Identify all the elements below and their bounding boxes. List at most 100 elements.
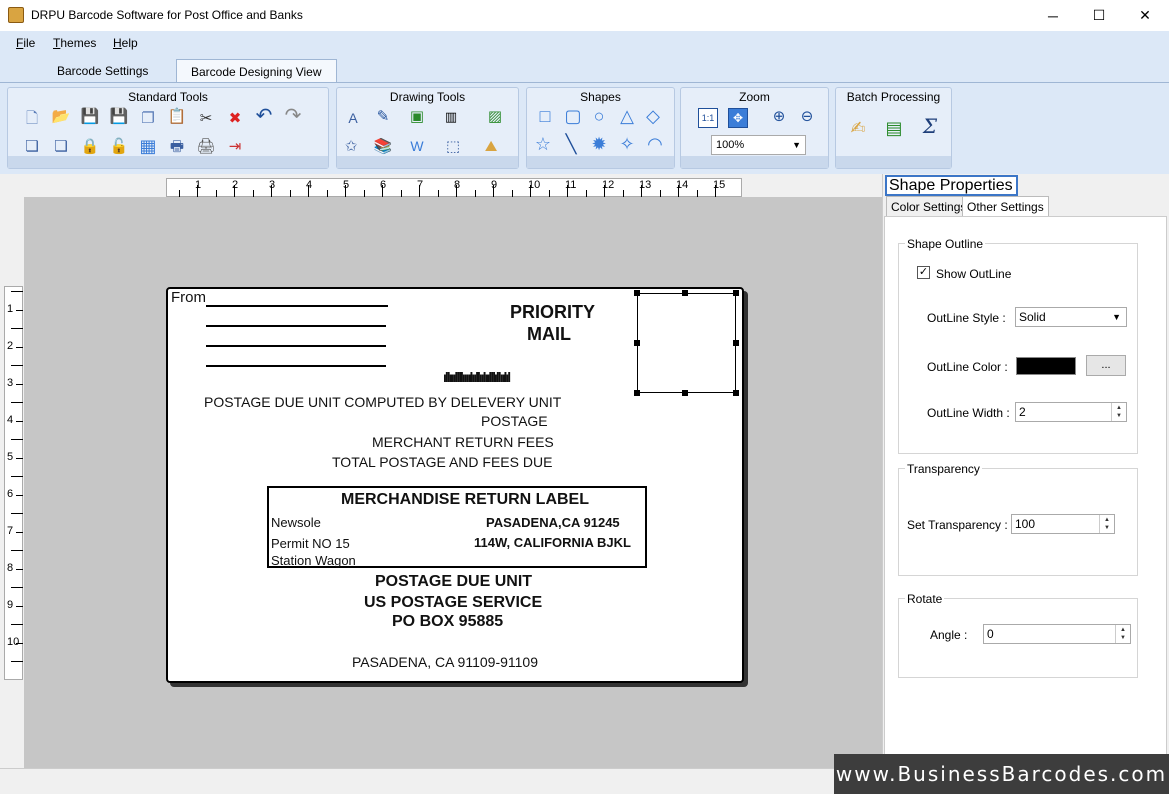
line-icon[interactable]: ╲ — [561, 134, 581, 154]
tab-barcode-designing-view[interactable]: Barcode Designing View — [176, 59, 337, 83]
save-as-icon[interactable]: 💾 — [109, 106, 129, 126]
outline-style-value: Solid — [1019, 310, 1046, 324]
barcode-tool-icon[interactable]: ▥ — [441, 106, 461, 126]
ruler-number: 14 — [676, 179, 689, 191]
newsole-text[interactable]: Newsole — [271, 515, 321, 530]
picture-tool-icon[interactable]: ▨ — [485, 106, 505, 126]
star-shape-tool-icon[interactable]: ✩ — [341, 136, 361, 156]
image-dropdown-icon[interactable]: ⛰ — [481, 136, 501, 156]
total-postage-text[interactable]: TOTAL POSTAGE AND FEES DUE — [332, 454, 552, 470]
text-tool-icon[interactable]: A — [343, 108, 363, 128]
print-preview-icon[interactable]: 🖶 — [167, 136, 187, 156]
outline-color-swatch[interactable] — [1016, 357, 1076, 375]
minimize-button[interactable]: ─ — [1030, 0, 1076, 31]
gear-shape-icon[interactable]: ✹ — [589, 134, 609, 154]
address-text[interactable]: 114W, CALIFORNIA BJKL — [474, 535, 631, 550]
from-line-3[interactable] — [206, 345, 386, 347]
po-box-text[interactable]: PO BOX 95885 — [392, 613, 503, 631]
zoom-actual-size-button[interactable]: 1:1 — [698, 108, 718, 128]
diamond-icon[interactable]: ◇ — [643, 106, 663, 126]
spin-arrows-icon[interactable]: ▲ ▼ — [1099, 515, 1114, 533]
priority-text[interactable]: PRIORITY — [510, 302, 595, 323]
resize-handle[interactable] — [634, 340, 640, 346]
menu-file[interactable]: File — [16, 36, 35, 50]
resize-handle[interactable] — [733, 340, 739, 346]
shape-select-icon[interactable]: ⬚ — [443, 136, 463, 156]
grid-icon[interactable]: ▦ — [138, 136, 158, 156]
image-tool-icon[interactable]: ▣ — [407, 106, 427, 126]
four-point-star-icon[interactable]: ✧ — [617, 134, 637, 154]
transparency-stepper[interactable]: 100 ▲ ▼ — [1011, 514, 1115, 534]
angle-stepper[interactable]: 0 ▲ ▼ — [983, 624, 1131, 644]
arc-icon[interactable]: ◠ — [645, 134, 665, 154]
show-outline-checkbox[interactable]: ✓ — [917, 266, 930, 279]
permit-text[interactable]: Permit NO 15 — [271, 536, 350, 551]
zoom-fit-icon[interactable]: ✥ — [728, 108, 748, 128]
station-text[interactable]: Station Wagon — [271, 553, 356, 568]
bring-front-icon[interactable]: ❏ — [22, 136, 42, 156]
copy-icon[interactable]: ❐ — [138, 108, 158, 128]
outline-style-select[interactable]: Solid ▼ — [1015, 307, 1127, 327]
tab-color-settings[interactable]: Color Settings — [886, 196, 972, 216]
zoom-out-icon[interactable]: ⊖ — [797, 106, 817, 126]
resize-handle[interactable] — [733, 390, 739, 396]
resize-handle[interactable] — [682, 290, 688, 296]
merchant-fees-text[interactable]: MERCHANT RETURN FEES — [372, 434, 554, 450]
postage-due-unit-text[interactable]: POSTAGE DUE UNIT — [375, 573, 532, 591]
resize-handle[interactable] — [682, 390, 688, 396]
close-button[interactable]: ✕ — [1122, 0, 1168, 31]
star-icon[interactable]: ☆ — [533, 134, 553, 154]
menu-help[interactable]: Help — [113, 36, 138, 50]
rounded-rectangle-icon[interactable]: ▢ — [563, 106, 583, 126]
open-icon[interactable]: 📂 — [51, 106, 71, 126]
from-line-4[interactable] — [206, 365, 386, 367]
outline-width-stepper[interactable]: 2 ▲ ▼ — [1015, 402, 1127, 422]
unlock-icon[interactable]: 🔓 — [109, 136, 129, 156]
watermark-tool-icon[interactable]: W — [407, 136, 427, 156]
spin-arrows-icon[interactable]: ▲ ▼ — [1115, 625, 1130, 643]
label-from[interactable]: From — [171, 289, 206, 306]
redo-icon[interactable]: ↷ — [283, 106, 303, 126]
triangle-icon[interactable]: △ — [617, 106, 637, 126]
batch-edit-icon[interactable]: ✍ — [848, 118, 868, 138]
tab-barcode-settings[interactable]: Barcode Settings — [43, 59, 162, 83]
zoom-in-icon[interactable]: ⊕ — [769, 106, 789, 126]
merch-title[interactable]: MERCHANDISE RETURN LABEL — [341, 491, 589, 509]
new-icon[interactable]: 🗋 — [22, 108, 42, 128]
spin-arrows-icon[interactable]: ▲ ▼ — [1111, 403, 1126, 421]
undo-icon[interactable]: ↶ — [254, 106, 274, 126]
outline-color-picker-button[interactable]: ... — [1086, 355, 1126, 376]
excel-import-icon[interactable]: ▤ — [884, 118, 904, 138]
print-icon[interactable]: 🖨 — [196, 136, 216, 156]
postage-due-computed-text[interactable]: POSTAGE DUE UNIT COMPUTED BY DELEVERY UN… — [204, 394, 561, 410]
resize-handle[interactable] — [634, 290, 640, 296]
city-text[interactable]: PASADENA, CA 91109-91109 — [352, 654, 538, 670]
mail-text[interactable]: MAIL — [527, 324, 571, 345]
resize-handle[interactable] — [634, 390, 640, 396]
cut-icon[interactable]: ✂ — [196, 108, 216, 128]
us-postage-text[interactable]: US POSTAGE SERVICE — [364, 594, 542, 612]
pasadena-ca-text[interactable]: PASADENA,CA 91245 — [486, 515, 620, 530]
ruler-number: 4 — [7, 414, 14, 426]
zoom-select[interactable]: 100% ▼ — [711, 135, 806, 155]
formula-icon[interactable]: Σ — [920, 116, 940, 136]
menu-themes[interactable]: Themes — [53, 36, 96, 50]
save-icon[interactable]: 💾 — [80, 106, 100, 126]
tab-other-settings[interactable]: Other Settings — [962, 196, 1049, 216]
selected-rectangle-shape[interactable] — [637, 293, 736, 393]
paste-icon[interactable]: 📋 — [167, 106, 187, 126]
rectangle-icon[interactable]: □ — [535, 106, 555, 126]
from-line-2[interactable] — [206, 325, 386, 327]
delete-icon[interactable]: ✖ — [225, 108, 245, 128]
library-icon[interactable]: 📚 — [373, 136, 393, 156]
export-icon[interactable]: ⇥ — [225, 136, 245, 156]
ellipse-icon[interactable]: ○ — [589, 106, 609, 126]
maximize-button[interactable]: ☐ — [1076, 0, 1122, 31]
postage-text[interactable]: POSTAGE — [481, 413, 548, 429]
lock-icon[interactable]: 🔒 — [80, 136, 100, 156]
from-line-1[interactable] — [206, 305, 388, 307]
label-barcode[interactable]: ıllıııllllıııılııllıılıılllıllıılıl — [443, 369, 511, 385]
pen-tool-icon[interactable]: ✎ — [373, 106, 393, 126]
resize-handle[interactable] — [733, 290, 739, 296]
send-back-icon[interactable]: ❏ — [51, 136, 71, 156]
